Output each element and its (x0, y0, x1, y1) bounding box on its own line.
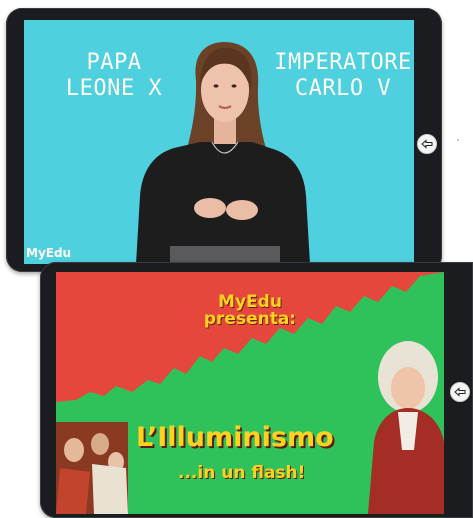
left-name-label: PAPA LEONE X (65, 50, 163, 101)
right-name-label: IMPERATORE CARLO V (274, 50, 412, 101)
poster-brand: MyEdu presenta: (203, 292, 297, 329)
video-title: L’Illuminismo (136, 422, 334, 453)
page: PAPA LEONE X IMPERATORE CARLO V MyEdu My… (0, 0, 473, 518)
brand-watermark: MyEdu (26, 246, 72, 260)
arrow-left-icon (454, 387, 466, 397)
back-button-1[interactable] (417, 134, 437, 154)
video-subtitle: ...in un flash! (178, 463, 306, 483)
video-thumbnail-1[interactable]: PAPA LEONE X IMPERATORE CARLO V MyEdu (24, 20, 414, 264)
back-button-2[interactable] (450, 382, 470, 402)
video-card-1[interactable]: PAPA LEONE X IMPERATORE CARLO V MyEdu (6, 8, 442, 272)
decorative-dot (457, 139, 459, 141)
video-thumbnail-2[interactable]: MyEdu presenta: L’Illuminismo ...in un f… (56, 272, 444, 514)
arrow-left-icon (421, 139, 433, 149)
video-card-2[interactable]: MyEdu presenta: L’Illuminismo ...in un f… (40, 262, 473, 518)
